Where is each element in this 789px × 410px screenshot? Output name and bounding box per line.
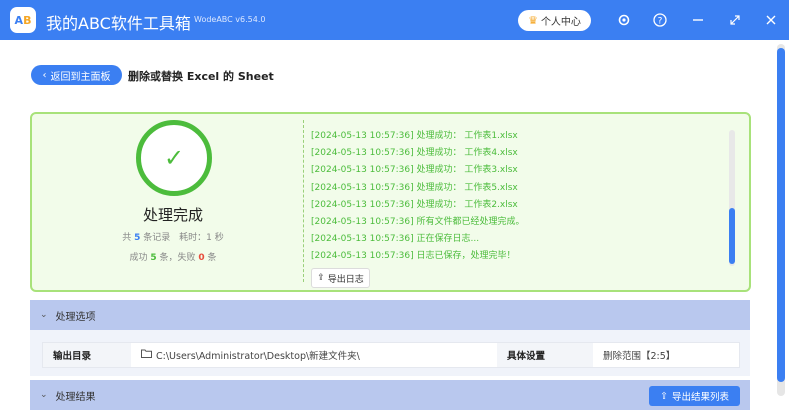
panel-divider	[303, 120, 304, 282]
chevron-down-icon: ⌄	[40, 310, 48, 320]
options-row: 输出目录 C:\Users\Administrator\Desktop\新建文件…	[42, 342, 740, 368]
app-version: WodeABC v6.54.0	[194, 15, 266, 24]
elapsed-time: 耗时：1 秒	[179, 233, 224, 243]
help-icon[interactable]: ?	[651, 11, 669, 29]
page-scrollbar-thumb[interactable]	[777, 48, 785, 382]
chevron-down-icon: ⌄	[40, 390, 48, 400]
export-log-label: 导出日志	[327, 274, 364, 285]
log-scrollbar-thumb[interactable]	[729, 208, 735, 264]
log-list: [2024-05-13 10:57:36] 处理成功： 工作表1.xlsx [2…	[311, 128, 731, 266]
log-line: [2024-05-13 10:57:36] 处理成功： 工作表1.xlsx	[311, 131, 518, 141]
log-scrollbar[interactable]	[729, 130, 735, 266]
output-dir-label: 输出目录	[43, 343, 131, 367]
output-dir-path: C:\Users\Administrator\Desktop\新建文件夹\	[156, 351, 360, 362]
log-line: [2024-05-13 10:57:36] 正在保存日志...	[311, 234, 480, 245]
export-results-label: 导出结果列表	[671, 392, 729, 403]
success-check-icon: ✓	[136, 120, 212, 196]
chevron-left-icon: ‹	[42, 69, 47, 81]
svg-text:?: ?	[658, 16, 663, 26]
app-logo: AB	[10, 7, 36, 33]
maximize-icon[interactable]	[726, 11, 744, 29]
app-title: 我的ABC软件工具箱	[46, 14, 191, 33]
log-line: [2024-05-13 10:57:36] 日志已保存，处理完毕！	[311, 251, 516, 262]
record-summary: 共 5 条记录 耗时：1 秒	[122, 233, 224, 243]
close-icon[interactable]	[762, 11, 780, 29]
folder-icon	[141, 349, 152, 361]
user-center-button[interactable]: ♛ 个人中心	[518, 10, 591, 31]
status-text: 处理完成	[142, 206, 203, 224]
output-dir-value[interactable]: C:\Users\Administrator\Desktop\新建文件夹\	[131, 348, 497, 362]
log-line: [2024-05-13 10:57:36] 处理成功： 工作表5.xlsx	[311, 182, 518, 193]
log-line: [2024-05-13 10:57:36] 处理成功： 工作表4.xlsx	[311, 148, 518, 159]
total-count: 5	[134, 233, 141, 243]
success-fail-summary: 成功 5 条，失败 0 条	[129, 253, 217, 263]
page-title: 删除或替换 Excel 的 Sheet	[128, 70, 274, 83]
result-panel: ✓ 处理完成 共 5 条记录 耗时：1 秒 成功 5 条，失败 0 条 [202…	[30, 112, 751, 292]
title-bar: AB 我的ABC软件工具箱 WodeABC v6.54.0 ♛ 个人中心 ?	[0, 0, 789, 40]
export-results-button[interactable]: ⇪ 导出结果列表	[649, 386, 740, 406]
log-line: [2024-05-13 10:57:36] 所有文件都已经处理完成。	[311, 216, 525, 227]
settings-label: 具体设置	[497, 343, 593, 367]
back-button-label: 返回到主面板	[50, 71, 111, 83]
options-section-label: 处理选项	[55, 311, 96, 323]
results-section-header[interactable]: ⌄ 处理结果	[30, 380, 750, 410]
back-to-main-button[interactable]: ‹ 返回到主面板	[31, 65, 122, 85]
export-log-button[interactable]: ⇪ 导出日志	[311, 268, 370, 288]
page-scrollbar[interactable]	[777, 44, 785, 396]
settings-icon[interactable]	[615, 11, 633, 29]
crown-icon: ♛	[528, 14, 538, 27]
log-line: [2024-05-13 10:57:36] 处理成功： 工作表3.xlsx	[311, 165, 518, 176]
export-icon: ⇪	[317, 273, 325, 283]
success-count: 5	[150, 253, 157, 263]
fail-count: 0	[198, 253, 205, 263]
options-section-header[interactable]: ⌄ 处理选项	[30, 300, 750, 330]
user-center-label: 个人中心	[540, 17, 581, 28]
log-line: [2024-05-13 10:57:36] 处理成功： 工作表2.xlsx	[311, 199, 518, 210]
minimize-icon[interactable]	[689, 11, 707, 29]
options-body: 输出目录 C:\Users\Administrator\Desktop\新建文件…	[30, 330, 750, 376]
results-section-label: 处理结果	[55, 391, 96, 403]
settings-value: 删除范围【2:5】	[603, 351, 676, 362]
